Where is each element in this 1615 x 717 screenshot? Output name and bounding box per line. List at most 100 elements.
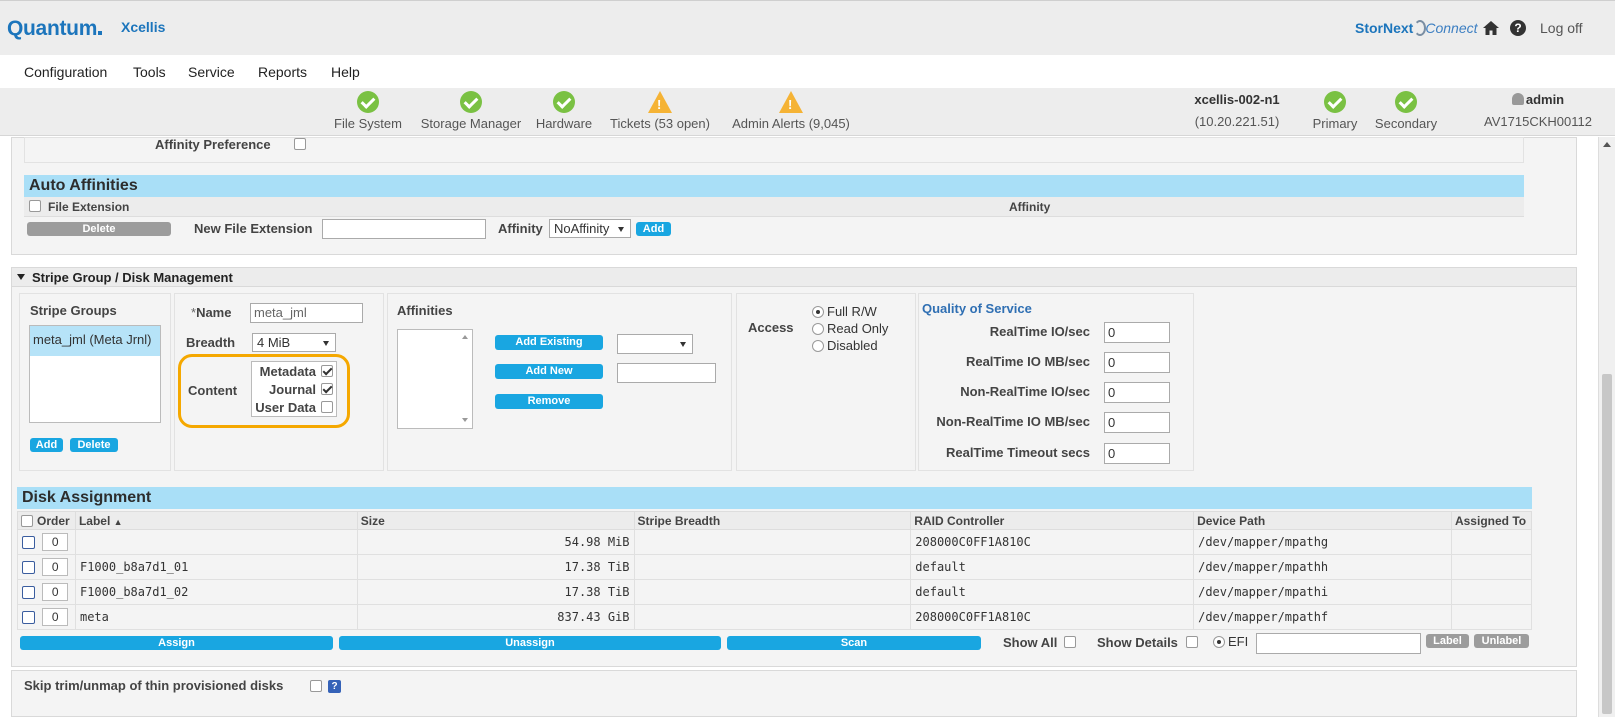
access-disabled[interactable]: Disabled — [812, 338, 878, 353]
add-existing-button[interactable]: Add Existing — [495, 335, 603, 350]
new-extension-input[interactable] — [322, 219, 486, 239]
col-device-path[interactable]: Device Path — [1193, 511, 1452, 530]
remove-affinity-button[interactable]: Remove — [495, 394, 603, 409]
cell-label: F1000_b8a7d1_02 — [74, 579, 358, 605]
affinity-select[interactable]: NoAffinity — [549, 219, 631, 238]
col-affinity[interactable]: Affinity — [1009, 200, 1050, 214]
efi-option[interactable]: EFI — [1213, 634, 1248, 649]
status-label: Secondary — [1374, 116, 1438, 131]
quantum-logo: Quantum — [7, 17, 103, 41]
menu-reports[interactable]: Reports — [258, 64, 307, 80]
skip-trim-checkbox[interactable] — [310, 680, 322, 692]
radio-read-only[interactable] — [812, 323, 824, 335]
efi-radio[interactable] — [1213, 636, 1225, 648]
col-raid-controller[interactable]: RAID Controller — [910, 511, 1195, 530]
col-label[interactable]: Label ▲ — [74, 511, 358, 530]
status-tickets[interactable]: Tickets (53 open) — [604, 91, 716, 131]
access-read-only[interactable]: Read Only — [812, 321, 888, 336]
qos-rt-io-input[interactable]: 0 — [1104, 322, 1170, 343]
status-primary[interactable]: Primary — [1309, 91, 1361, 131]
col-assigned-to[interactable]: Assigned To — [1450, 511, 1533, 530]
top-header: Quantum Xcellis StorNext Connect ? Log of… — [0, 0, 1615, 55]
stornext-connect-logo[interactable]: StorNext Connect — [1355, 20, 1478, 36]
add-stripe-group-button[interactable]: Add — [30, 438, 63, 452]
disk-table-header: Order Label ▲ Size Stripe Breadth RAID C… — [17, 511, 1533, 530]
status-admin-alerts[interactable]: Admin Alerts (9,045) — [726, 91, 856, 131]
col-file-extension[interactable]: File Extension — [48, 200, 129, 214]
page-scrollbar[interactable] — [1598, 137, 1615, 717]
access-full-rw[interactable]: Full R/W — [812, 304, 877, 319]
select-all-checkbox[interactable] — [29, 200, 41, 212]
qos-nrt-io-input[interactable]: 0 — [1104, 382, 1170, 403]
menu-help[interactable]: Help — [331, 64, 360, 80]
add-new-button[interactable]: Add New — [495, 364, 603, 379]
radio-full-rw[interactable] — [812, 306, 824, 318]
table-row[interactable]: 0 meta 837.43 GiB 208000C0FF1A810C /dev/… — [17, 604, 1533, 630]
menu-service[interactable]: Service — [188, 64, 235, 80]
table-row[interactable]: 0 F1000_b8a7d1_02 17.38 TiB default /dev… — [17, 579, 1533, 605]
stripe-group-section-header[interactable]: Stripe Group / Disk Management — [11, 267, 1577, 287]
stripe-group-item[interactable]: meta_jml (Meta Jrnl) — [30, 326, 160, 356]
row-checkbox[interactable] — [22, 536, 35, 549]
scroll-down-icon[interactable] — [462, 418, 468, 422]
menu-configuration[interactable]: Configuration — [24, 64, 107, 80]
unlabel-button[interactable]: Unlabel — [1474, 634, 1529, 648]
row-checkbox[interactable] — [22, 586, 35, 599]
add-affinity-button[interactable]: Add — [636, 222, 671, 236]
label-button[interactable]: Label — [1426, 634, 1469, 648]
order-input[interactable]: 0 — [42, 558, 69, 576]
disk-label-input[interactable] — [1256, 633, 1421, 654]
status-secondary[interactable]: Secondary — [1371, 91, 1441, 131]
radio-disabled[interactable] — [812, 340, 824, 352]
cell-path: /dev/mapper/mpathg — [1193, 529, 1452, 555]
table-row[interactable]: 0 F1000_b8a7d1_01 17.38 TiB default /dev… — [17, 554, 1533, 580]
scan-button[interactable]: Scan — [727, 636, 981, 650]
cell-label: meta — [74, 604, 358, 630]
disabled-label: Disabled — [827, 338, 878, 353]
qos-rt-mb-input[interactable]: 0 — [1104, 352, 1170, 373]
user-info[interactable]: admin AV1715CKH00112 — [1477, 92, 1599, 129]
col-stripe-breadth[interactable]: Stripe Breadth — [633, 511, 912, 530]
order-input[interactable]: 0 — [42, 533, 69, 551]
status-hardware[interactable]: Hardware — [533, 91, 595, 131]
table-row[interactable]: 0 54.98 MiB 208000C0FF1A810C /dev/mapper… — [17, 529, 1533, 555]
name-label: *Name — [191, 305, 231, 320]
help-icon[interactable]: ? — [328, 680, 341, 693]
col-size[interactable]: Size — [356, 511, 635, 530]
delete-affinity-button[interactable]: Delete — [27, 222, 171, 236]
show-details-checkbox[interactable] — [1186, 636, 1198, 648]
delete-stripe-group-button[interactable]: Delete — [70, 438, 118, 452]
col-order[interactable]: Order — [17, 511, 76, 530]
assign-button[interactable]: Assign — [20, 636, 333, 650]
collapse-arrow-icon[interactable] — [17, 274, 25, 280]
help-icon[interactable]: ? — [1510, 20, 1526, 36]
row-checkbox[interactable] — [22, 561, 35, 574]
affinities-list[interactable] — [397, 329, 473, 429]
menu-tools[interactable]: Tools — [133, 64, 166, 80]
efi-label: EFI — [1228, 634, 1249, 649]
home-icon[interactable] — [1483, 21, 1499, 35]
order-input[interactable]: 0 — [42, 608, 69, 626]
scroll-up-icon[interactable] — [1603, 142, 1611, 147]
unassign-button[interactable]: Unassign — [339, 636, 721, 650]
name-input[interactable]: meta_jml — [250, 303, 363, 323]
qos-timeout-input[interactable]: 0 — [1104, 443, 1170, 464]
breadth-select[interactable]: 4 MiB — [252, 333, 336, 352]
scroll-thumb[interactable] — [1602, 374, 1612, 714]
select-all-disks-checkbox[interactable] — [21, 515, 33, 528]
logoff-link[interactable]: Log off — [1540, 20, 1583, 36]
show-all-checkbox[interactable] — [1064, 636, 1076, 648]
new-affinity-input[interactable] — [617, 363, 716, 383]
row-checkbox[interactable] — [22, 611, 35, 624]
stornext-text: StorNext — [1355, 20, 1414, 36]
affinity-preference-checkbox[interactable] — [294, 138, 306, 150]
status-file-system[interactable]: File System — [331, 91, 405, 131]
status-storage-manager[interactable]: Storage Manager — [415, 91, 527, 131]
order-input[interactable]: 0 — [42, 583, 69, 601]
existing-affinity-select[interactable] — [617, 334, 693, 354]
qos-nrt-mb-input[interactable]: 0 — [1104, 412, 1170, 433]
stripe-groups-list[interactable]: meta_jml (Meta Jrnl) — [29, 325, 161, 423]
status-label: Admin Alerts (9,045) — [732, 116, 850, 131]
scroll-up-icon[interactable] — [462, 335, 468, 339]
qos-rt-io-label: RealTime IO/sec — [989, 324, 1090, 339]
